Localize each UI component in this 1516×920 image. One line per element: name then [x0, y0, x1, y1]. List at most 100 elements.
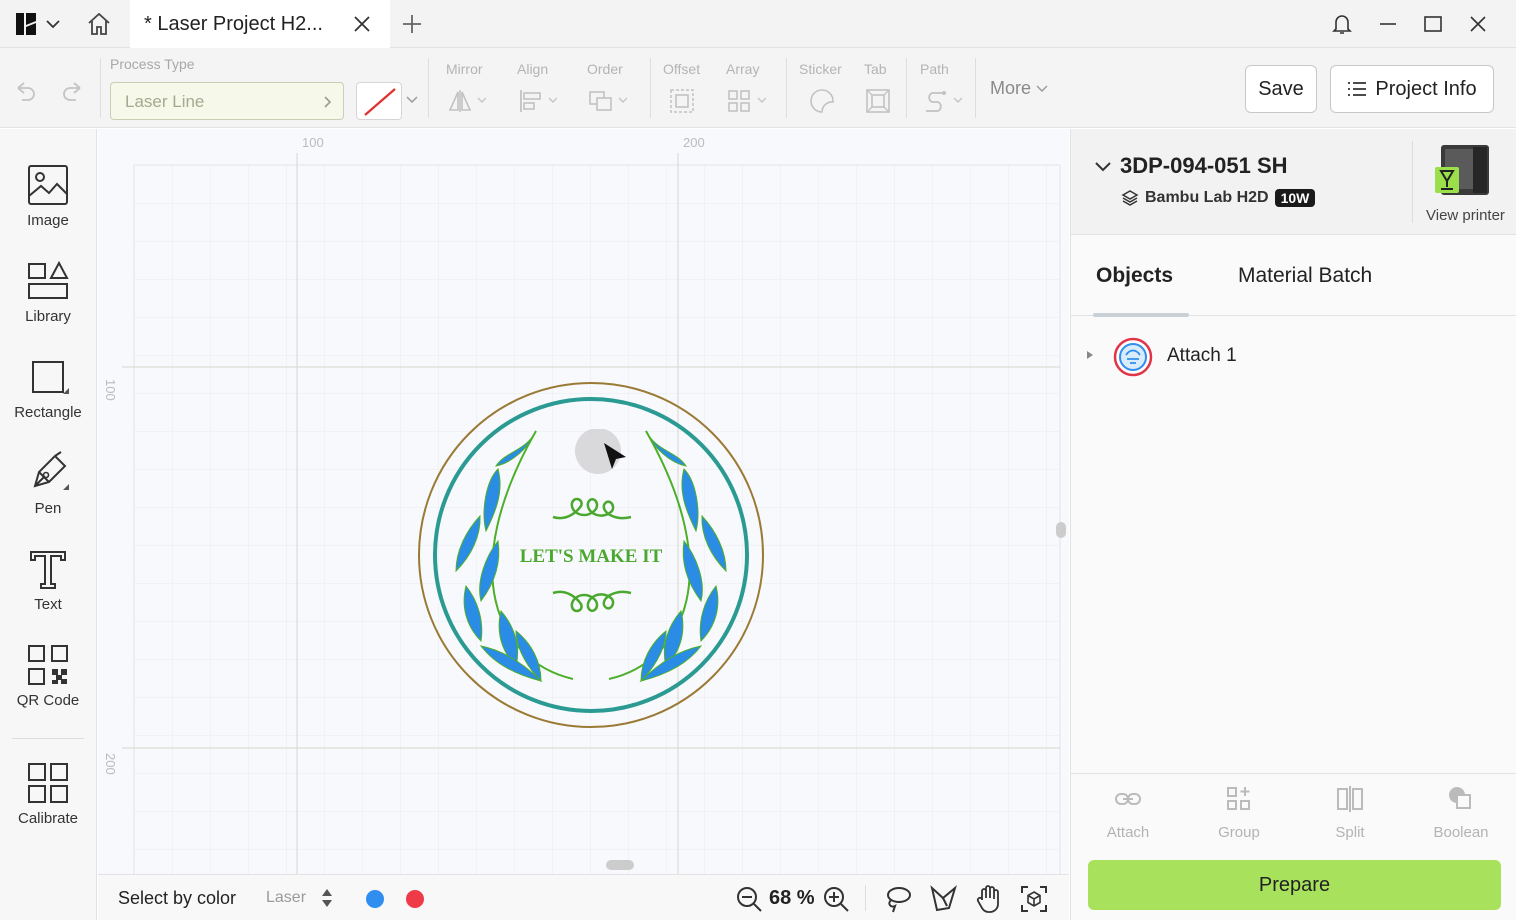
library-icon — [28, 260, 69, 299]
pen-icon — [33, 451, 69, 490]
group-button[interactable]: Group — [1194, 784, 1284, 854]
printer-name[interactable]: 3DP-094-051 SH — [1120, 153, 1288, 179]
view-printer-link[interactable]: View printer — [1426, 207, 1505, 224]
project-tab[interactable]: * Laser Project H2... — [130, 0, 390, 48]
tab-icon[interactable] — [864, 88, 904, 114]
left-toolbar: Image Library Rectangle Pen Text QR Code… — [0, 129, 97, 920]
redo-icon[interactable] — [60, 78, 86, 104]
maximize-icon[interactable] — [1421, 12, 1445, 36]
group-label: Group — [1218, 824, 1260, 841]
offset-label: Offset — [663, 61, 701, 77]
save-button[interactable]: Save — [1245, 65, 1317, 113]
link-icon — [1115, 793, 1141, 805]
zoom-out-icon[interactable] — [735, 885, 763, 913]
zoom-in-icon[interactable] — [822, 885, 850, 913]
array-icon[interactable] — [726, 88, 766, 114]
sidebar-item-label: Image — [27, 212, 69, 229]
home-icon — [88, 12, 110, 35]
object-actions: Attach Group Split Boolean — [1071, 773, 1516, 863]
mouse-cursor-icon — [575, 429, 626, 474]
expand-arrow-icon[interactable] — [1085, 349, 1095, 361]
divider — [906, 58, 907, 118]
app-menu[interactable] — [14, 10, 64, 38]
tab-material-batch[interactable]: Material Batch — [1238, 264, 1372, 288]
sidebar-item-label: Calibrate — [17, 810, 79, 827]
process-type-value: Laser Line — [125, 92, 205, 111]
color-dot-red[interactable] — [406, 890, 424, 908]
select-by-color-label: Select by color — [118, 888, 237, 908]
sidebar-item-rectangle[interactable]: Rectangle — [0, 354, 96, 440]
zoom-level: 68 % — [769, 887, 815, 909]
divider — [975, 58, 976, 118]
ruler-label: 200 — [683, 135, 705, 150]
close-icon[interactable] — [352, 14, 372, 34]
ruler-label: 200 — [103, 753, 118, 775]
plus-icon[interactable] — [400, 12, 424, 36]
align-label: Align — [517, 61, 549, 77]
line-color-swatch[interactable] — [356, 82, 402, 120]
mirror-label: Mirror — [446, 61, 483, 77]
bottom-flourish — [552, 590, 632, 613]
divider — [1412, 141, 1413, 223]
prepare-button[interactable]: Prepare — [1088, 860, 1501, 910]
attach-object-icon — [1113, 337, 1153, 377]
chevron-down-icon[interactable] — [1093, 157, 1113, 177]
undo-icon[interactable] — [12, 78, 38, 104]
split-label: Split — [1335, 824, 1365, 841]
printer-icon[interactable] — [1433, 143, 1493, 199]
sticker-icon[interactable] — [806, 88, 846, 114]
horizontal-scrollbar[interactable] — [606, 860, 634, 870]
sidebar-item-qr-code[interactable]: QR Code — [0, 642, 96, 728]
project-info-button[interactable]: Project Info — [1330, 65, 1494, 113]
vertical-scrollbar[interactable] — [1056, 522, 1066, 538]
hand-icon[interactable] — [974, 884, 1004, 914]
image-icon — [28, 165, 68, 205]
split-button[interactable]: Split — [1305, 784, 1395, 854]
sidebar-item-label: Rectangle — [14, 404, 82, 421]
boolean-label: Boolean — [1433, 824, 1489, 841]
order-icon[interactable] — [587, 88, 627, 114]
boolean-button[interactable]: Boolean — [1416, 784, 1506, 854]
bottom-bar: Select by color Laser 68 % — [98, 874, 1069, 920]
printer-header: 3DP-094-051 SH Bambu Lab H2D 10W View pr… — [1071, 129, 1516, 235]
object-row[interactable]: Attach 1 — [1071, 333, 1516, 379]
path-icon[interactable] — [922, 88, 962, 114]
home-button[interactable] — [84, 10, 114, 38]
sidebar-item-calibrate[interactable]: Calibrate — [0, 760, 96, 846]
sidebar-item-library[interactable]: Library — [0, 258, 96, 344]
mirror-icon[interactable] — [446, 88, 486, 114]
order-label: Order — [587, 61, 623, 77]
sidebar-item-pen[interactable]: Pen — [0, 450, 96, 536]
object-label: Attach 1 — [1167, 345, 1237, 366]
minimize-icon[interactable] — [1376, 12, 1400, 36]
node-edit-icon[interactable] — [929, 884, 959, 914]
qr-code-icon — [28, 645, 68, 685]
sidebar-item-text[interactable]: Text — [0, 546, 96, 632]
offset-icon[interactable] — [667, 88, 707, 114]
sidebar-item-label: Library — [25, 308, 71, 325]
close-window-icon[interactable] — [1466, 12, 1490, 36]
printer-model: Bambu Lab H2D 10W — [1121, 189, 1316, 207]
tab-title: * Laser Project H2... — [144, 12, 323, 35]
bell-icon[interactable] — [1330, 12, 1354, 36]
design-canvas[interactable]: 100 200 100 200 LET'S MAKE IT — [98, 129, 1069, 874]
printer-model-label: Bambu Lab H2D — [1145, 189, 1269, 206]
sidebar-item-image[interactable]: Image — [0, 162, 96, 248]
process-type-select[interactable]: Laser Line — [110, 82, 344, 120]
path-label: Path — [920, 61, 949, 77]
color-dot-blue[interactable] — [366, 890, 384, 908]
ruler-label: 100 — [302, 135, 324, 150]
attach-button[interactable]: Attach — [1083, 784, 1173, 854]
up-down-icon[interactable] — [320, 887, 334, 909]
tab-objects[interactable]: Objects — [1096, 264, 1173, 288]
chevron-down-icon — [1036, 85, 1048, 92]
active-tab-indicator — [1093, 313, 1189, 317]
more-button[interactable]: More — [990, 78, 1049, 99]
chevron-down-icon[interactable] — [404, 92, 420, 108]
sticker-label: Sticker — [799, 61, 842, 77]
laser-select[interactable]: Laser — [266, 889, 306, 907]
fit-view-icon[interactable] — [1019, 884, 1049, 914]
lasso-icon[interactable] — [883, 884, 913, 914]
group-icon — [1227, 787, 1250, 810]
align-icon[interactable] — [517, 88, 557, 114]
